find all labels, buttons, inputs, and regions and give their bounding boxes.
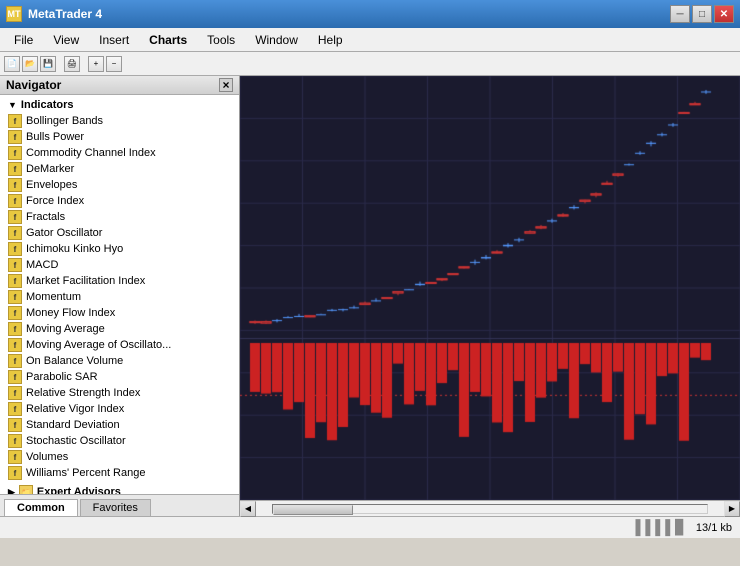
- nav-items-list: fBollinger BandsfBulls PowerfCommodity C…: [4, 113, 235, 481]
- indicator-icon-1: f: [8, 130, 22, 144]
- title-bar-text: MetaTrader 4: [28, 7, 670, 21]
- toolbar-btn-1[interactable]: 📄: [4, 56, 20, 72]
- nav-item-13[interactable]: fMoving Average: [4, 321, 235, 337]
- expand-icon: ▼: [8, 100, 17, 110]
- indicator-icon-11: f: [8, 290, 22, 304]
- indicator-icon-20: f: [8, 434, 22, 448]
- indicator-icon-5: f: [8, 194, 22, 208]
- scrollbar-track[interactable]: [272, 504, 708, 514]
- indicator-icon-19: f: [8, 418, 22, 432]
- status-bar: ▌▌▌▌▊ 13/1 kb: [0, 516, 740, 538]
- nav-item-3[interactable]: fDeMarker: [4, 161, 235, 177]
- toolbar-btn-5[interactable]: +: [88, 56, 104, 72]
- indicator-icon-0: f: [8, 114, 22, 128]
- menu-help[interactable]: Help: [308, 31, 353, 49]
- indicator-icon-12: f: [8, 306, 22, 320]
- nav-item-7[interactable]: fGator Oscillator: [4, 225, 235, 241]
- toolbar-btn-2[interactable]: 📂: [22, 56, 38, 72]
- menu-window[interactable]: Window: [245, 31, 308, 49]
- nav-item-22[interactable]: fWilliams' Percent Range: [4, 465, 235, 481]
- nav-item-9[interactable]: fMACD: [4, 257, 235, 273]
- indicator-icon-6: f: [8, 210, 22, 224]
- navigator-title: Navigator: [6, 78, 61, 92]
- toolbar-btn-6[interactable]: −: [106, 56, 122, 72]
- indicator-icon-14: f: [8, 338, 22, 352]
- app-icon: MT: [6, 6, 22, 22]
- scrollbar-thumb[interactable]: [273, 505, 353, 515]
- menu-insert[interactable]: Insert: [89, 31, 139, 49]
- navigator-tabs: Common Favorites: [0, 494, 239, 516]
- nav-item-2[interactable]: fCommodity Channel Index: [4, 145, 235, 161]
- close-button[interactable]: ✕: [714, 5, 734, 23]
- menu-file[interactable]: File: [4, 31, 43, 49]
- horizontal-scrollbar[interactable]: ◀ ▶: [240, 500, 740, 516]
- chart-wrapper: ◀ ▶: [240, 76, 740, 516]
- toolbar-btn-3[interactable]: 💾: [40, 56, 56, 72]
- indicator-icon-16: f: [8, 370, 22, 384]
- title-bar: MT MetaTrader 4 ─ □ ✕: [0, 0, 740, 28]
- tab-favorites[interactable]: Favorites: [80, 499, 151, 516]
- nav-item-16[interactable]: fParabolic SAR: [4, 369, 235, 385]
- toolbar: 📄 📂 💾 🖨 + −: [0, 52, 740, 76]
- nav-item-11[interactable]: fMomentum: [4, 289, 235, 305]
- indicator-icon-10: f: [8, 274, 22, 288]
- nav-item-12[interactable]: fMoney Flow Index: [4, 305, 235, 321]
- indicator-icon-4: f: [8, 178, 22, 192]
- indicator-icon-8: f: [8, 242, 22, 256]
- toolbar-btn-4[interactable]: 🖨: [64, 56, 80, 72]
- nav-item-18[interactable]: fRelative Vigor Index: [4, 401, 235, 417]
- scroll-left-btn[interactable]: ◀: [240, 501, 256, 517]
- indicators-section: ▼ Indicators fBollinger BandsfBulls Powe…: [0, 95, 239, 483]
- menu-tools[interactable]: Tools: [197, 31, 245, 49]
- indicator-icon-18: f: [8, 402, 22, 416]
- expand-ea-icon: ▶: [8, 487, 15, 495]
- chart-canvas[interactable]: [240, 76, 740, 500]
- navigator-header: Navigator ×: [0, 76, 239, 95]
- indicator-icon-7: f: [8, 226, 22, 240]
- title-bar-buttons: ─ □ ✕: [670, 5, 734, 23]
- nav-item-8[interactable]: fIchimoku Kinko Hyo: [4, 241, 235, 257]
- indicator-icon-15: f: [8, 354, 22, 368]
- indicator-icon-21: f: [8, 450, 22, 464]
- nav-item-0[interactable]: fBollinger Bands: [4, 113, 235, 129]
- indicator-icon-2: f: [8, 146, 22, 160]
- nav-item-4[interactable]: fEnvelopes: [4, 177, 235, 193]
- ea-folder-icon: 📁: [19, 485, 33, 494]
- nav-item-14[interactable]: fMoving Average of Oscillato...: [4, 337, 235, 353]
- nav-item-1[interactable]: fBulls Power: [4, 129, 235, 145]
- navigator-list[interactable]: ▼ Indicators fBollinger BandsfBulls Powe…: [0, 95, 239, 494]
- nav-item-10[interactable]: fMarket Facilitation Index: [4, 273, 235, 289]
- navigator-panel: Navigator × ▼ Indicators fBollinger Band…: [0, 76, 240, 516]
- nav-item-15[interactable]: fOn Balance Volume: [4, 353, 235, 369]
- expert-advisors-label: Expert Advisors: [37, 486, 121, 494]
- minimize-button[interactable]: ─: [670, 5, 690, 23]
- scroll-right-btn[interactable]: ▶: [724, 501, 740, 517]
- maximize-button[interactable]: □: [692, 5, 712, 23]
- main-area: Navigator × ▼ Indicators fBollinger Band…: [0, 76, 740, 516]
- indicator-icon-22: f: [8, 466, 22, 480]
- status-info: 13/1 kb: [696, 522, 732, 534]
- nav-item-19[interactable]: fStandard Deviation: [4, 417, 235, 433]
- navigator-close-button[interactable]: ×: [219, 78, 233, 92]
- nav-item-21[interactable]: fVolumes: [4, 449, 235, 465]
- indicators-section-header[interactable]: ▼ Indicators: [4, 97, 235, 113]
- indicator-icon-3: f: [8, 162, 22, 176]
- nav-item-17[interactable]: fRelative Strength Index: [4, 385, 235, 401]
- menu-view[interactable]: View: [43, 31, 89, 49]
- indicator-icon-13: f: [8, 322, 22, 336]
- chart-status-icon: ▌▌▌▌▊: [635, 519, 685, 536]
- nav-item-5[interactable]: fForce Index: [4, 193, 235, 209]
- nav-item-6[interactable]: fFractals: [4, 209, 235, 225]
- expert-advisors-header[interactable]: ▶ 📁 Expert Advisors: [0, 483, 239, 494]
- menu-charts[interactable]: Charts: [139, 31, 197, 49]
- indicator-icon-17: f: [8, 386, 22, 400]
- indicators-label: Indicators: [21, 99, 74, 111]
- nav-item-20[interactable]: fStochastic Oscillator: [4, 433, 235, 449]
- menu-bar: File View Insert Charts Tools Window Hel…: [0, 28, 740, 52]
- tab-common[interactable]: Common: [4, 499, 78, 516]
- indicator-icon-9: f: [8, 258, 22, 272]
